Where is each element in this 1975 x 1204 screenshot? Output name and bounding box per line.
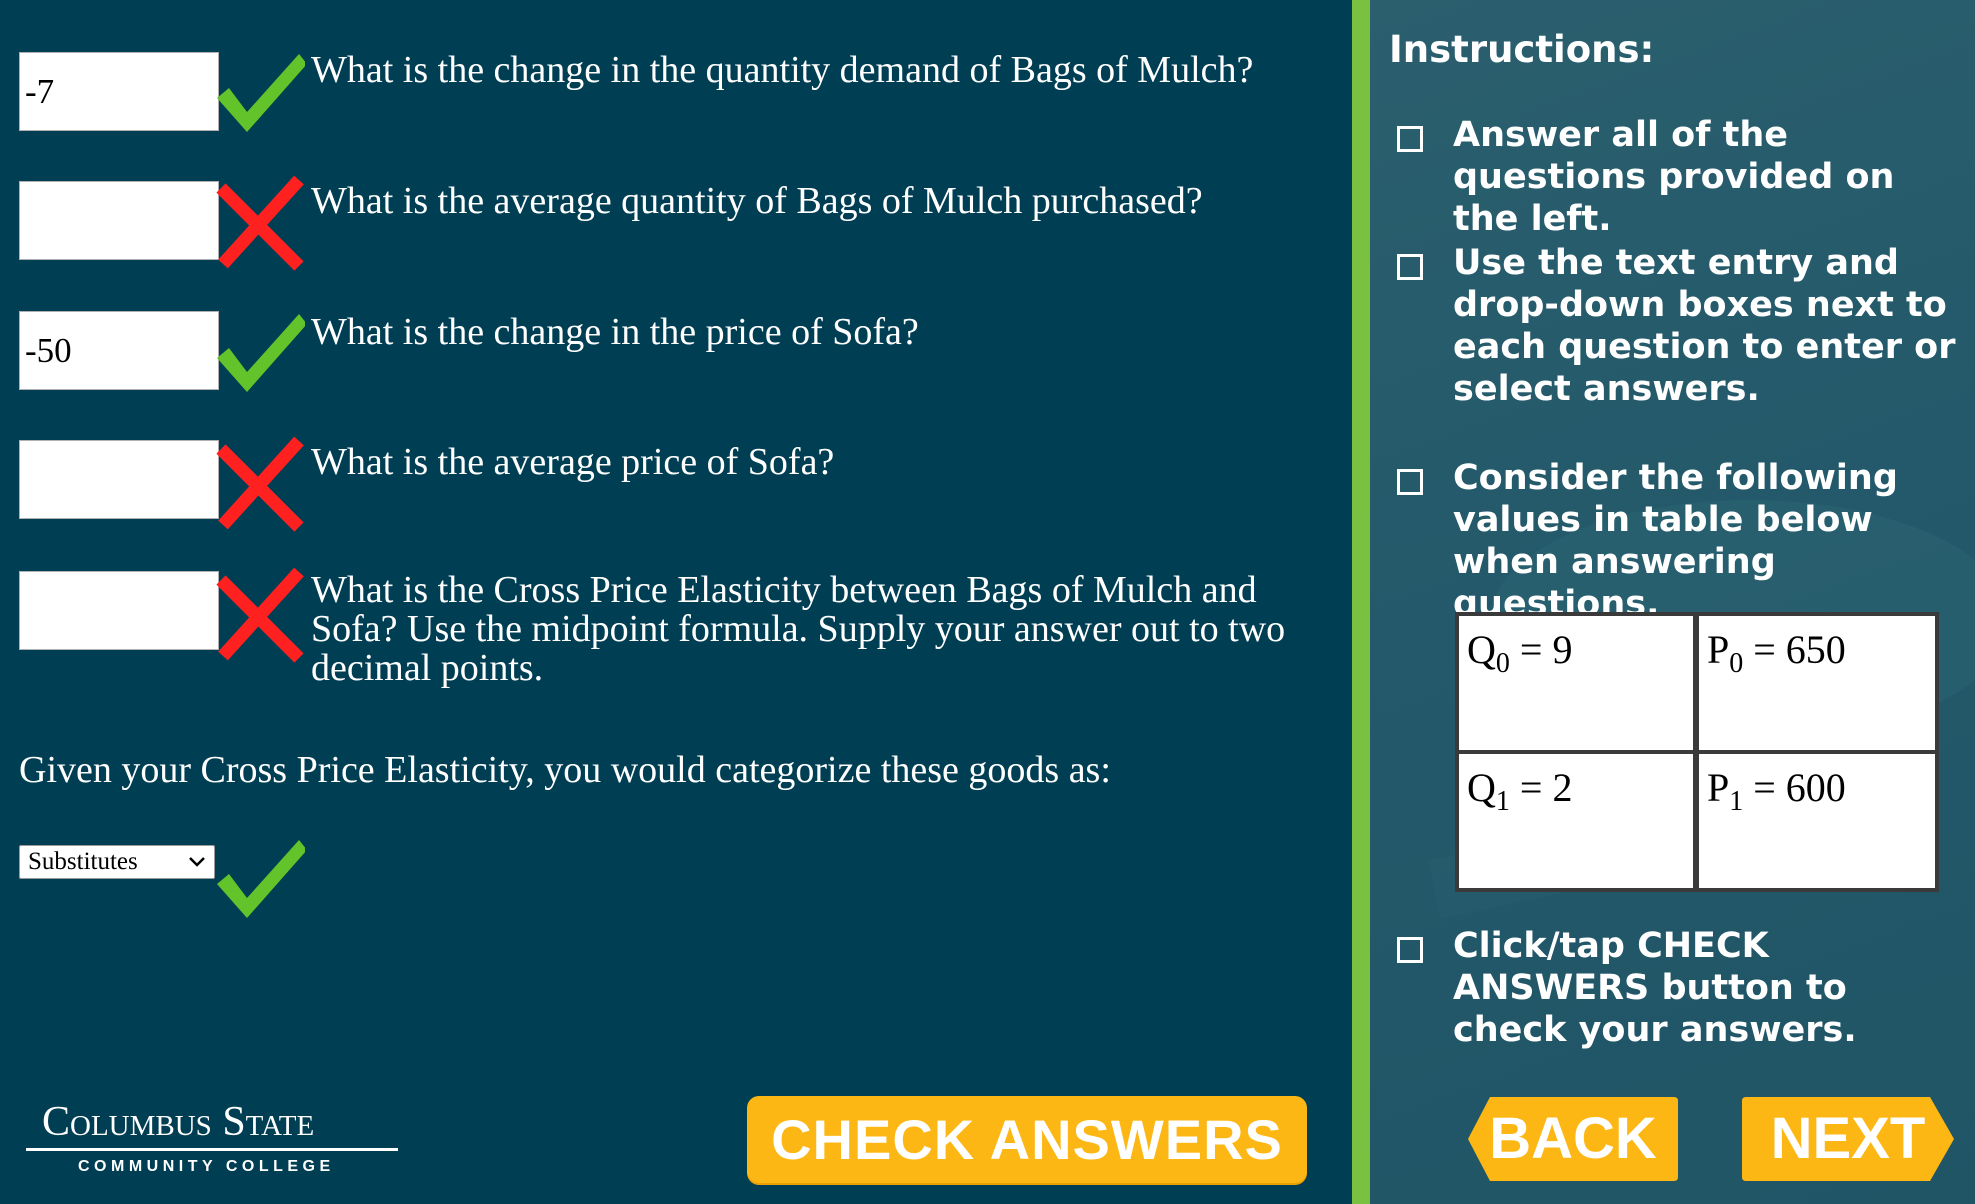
category-prompt: Given your Cross Price Elasticity, you w… bbox=[19, 749, 1111, 791]
value-p1: P1 = 600 bbox=[1699, 754, 1935, 888]
x-mark-icon bbox=[216, 567, 304, 663]
back-label: BACK bbox=[1489, 1106, 1657, 1171]
chevron-down-icon bbox=[189, 857, 205, 867]
value-q1: Q1 = 2 bbox=[1459, 754, 1693, 888]
logo-name: Columbus State bbox=[42, 1099, 315, 1145]
value-q0: Q0 = 9 bbox=[1459, 616, 1693, 750]
logo-subtitle: COMMUNITY COLLEGE bbox=[78, 1158, 335, 1175]
checkmark-icon bbox=[217, 314, 305, 392]
instruction-text: Answer all of the questions provided on … bbox=[1453, 115, 1895, 239]
checkbox-icon bbox=[1397, 126, 1423, 152]
question-1-text: What is the change in the quantity deman… bbox=[311, 49, 1254, 91]
question-5-text: What is the Cross Price Elasticity betwe… bbox=[311, 569, 1286, 689]
checkbox-icon bbox=[1397, 254, 1423, 280]
question-2-text: What is the average quantity of Bags of … bbox=[311, 180, 1203, 222]
checkbox-icon bbox=[1397, 469, 1423, 495]
value-p0: P0 = 650 bbox=[1699, 616, 1935, 750]
next-button[interactable]: NEXT bbox=[1742, 1097, 1954, 1181]
instruction-text: Click/tap CHECK ANSWERS button to check … bbox=[1453, 926, 1857, 1050]
instructions-panel: Instructions: Answer all of the question… bbox=[1370, 0, 1975, 1204]
questions-panel: What is the change in the quantity deman… bbox=[0, 0, 1352, 1204]
next-label: NEXT bbox=[1770, 1106, 1926, 1171]
answer-input-5[interactable] bbox=[19, 571, 219, 650]
instructions-title: Instructions: bbox=[1389, 28, 1655, 71]
panel-divider bbox=[1352, 0, 1370, 1204]
logo-rule bbox=[26, 1148, 398, 1151]
category-dropdown[interactable]: Substitutes bbox=[19, 845, 215, 879]
x-mark-icon bbox=[216, 436, 304, 532]
checkmark-icon bbox=[217, 840, 305, 918]
instruction-text: Use the text entry and drop-down boxes n… bbox=[1453, 243, 1956, 409]
x-mark-icon bbox=[216, 175, 304, 271]
back-button[interactable]: BACK bbox=[1468, 1097, 1678, 1181]
checkbox-icon bbox=[1397, 937, 1423, 963]
category-dropdown-value: Substitutes bbox=[28, 848, 138, 875]
columbus-state-logo: Columbus State COMMUNITY COLLEGE bbox=[26, 1098, 398, 1182]
question-3-text: What is the change in the price of Sofa? bbox=[311, 311, 919, 353]
checkmark-icon bbox=[217, 54, 305, 132]
check-answers-button[interactable]: CHECK ANSWERS bbox=[747, 1096, 1307, 1183]
answer-input-3[interactable] bbox=[19, 311, 219, 390]
answer-input-4[interactable] bbox=[19, 440, 219, 519]
answer-input-1[interactable] bbox=[19, 52, 219, 131]
values-table: Q0 = 9 P0 = 650 Q1 = 2 P1 = 600 bbox=[1455, 612, 1939, 892]
answer-input-2[interactable] bbox=[19, 181, 219, 260]
question-4-text: What is the average price of Sofa? bbox=[311, 441, 835, 483]
instruction-text: Consider the following values in table b… bbox=[1453, 458, 1898, 624]
